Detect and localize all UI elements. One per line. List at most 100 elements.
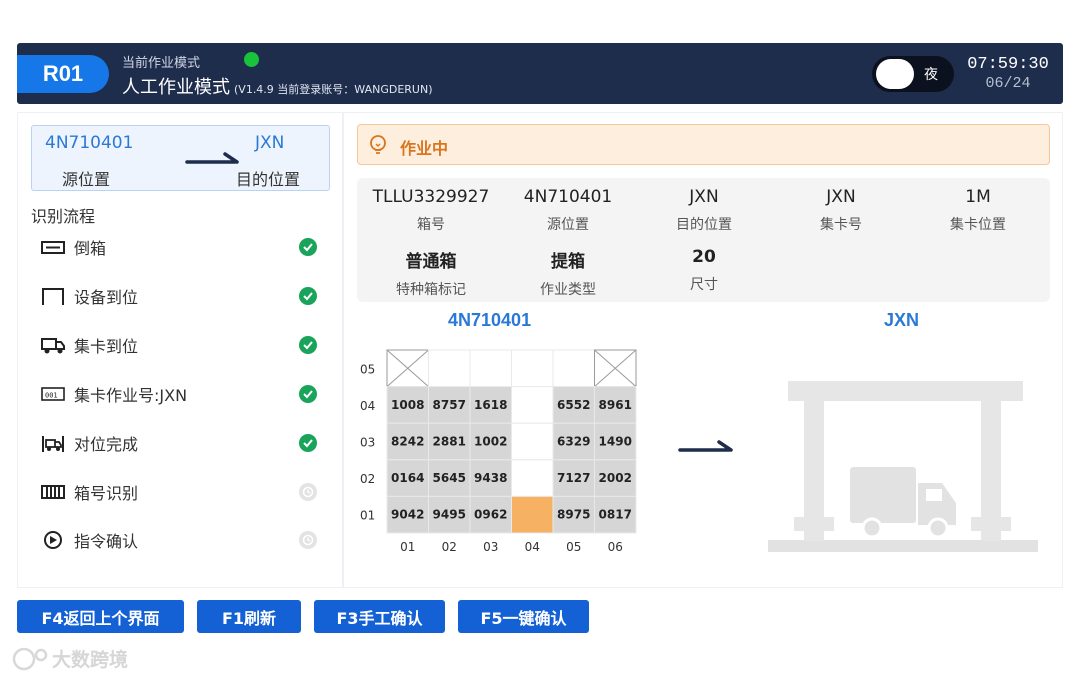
back-button[interactable]: F4返回上个界面 — [17, 600, 184, 633]
clock: 07:59:30 06/24 — [966, 55, 1050, 92]
one-click-confirm-button[interactable]: F5一键确认 — [458, 600, 589, 633]
night-toggle-label: 夜 — [924, 67, 938, 83]
yard-dest-title: JXN — [884, 310, 920, 330]
container-number: 2881 — [433, 435, 466, 449]
barcode-icon — [41, 485, 65, 499]
mode-title-text: 人工作业模式 — [122, 77, 230, 98]
info-destination: JXN 目的位置 — [634, 187, 774, 234]
check-icon — [299, 336, 317, 354]
truck-icon — [41, 338, 65, 354]
device-badge: R01 — [17, 55, 109, 93]
status-alert: 作业中 — [357, 124, 1050, 165]
info-value: 1M — [965, 187, 991, 207]
tier-label: 03 — [360, 436, 375, 450]
play-circle-icon — [44, 531, 62, 549]
flow-step-truck-job-no: 001 集卡作业号:JXN — [40, 381, 330, 407]
watermark-logo: 大数跨境 — [12, 647, 128, 671]
row-label: 04 — [525, 540, 540, 554]
container-icon — [41, 241, 65, 254]
row-label: 02 — [442, 540, 457, 554]
svg-text:001: 001 — [45, 392, 58, 400]
bay-cell — [552, 349, 595, 388]
container-number: 5645 — [433, 471, 466, 485]
mode-caption: 当前作业模式 — [122, 56, 201, 71]
status-indicator-dot — [244, 52, 259, 67]
manual-confirm-button[interactable]: F3手工确认 — [314, 600, 445, 633]
info-value: JXN — [826, 187, 856, 207]
info-label: 箱号 — [417, 217, 445, 233]
flow-title: 识别流程 — [31, 207, 96, 226]
crane-frame-icon — [42, 288, 64, 305]
info-label: 集卡号 — [820, 217, 862, 233]
info-value: JXN — [689, 187, 719, 207]
container-number: 1008 — [391, 398, 424, 412]
container-number: 1002 — [474, 435, 507, 449]
flow-step-label: 倒箱 — [74, 239, 107, 258]
transfer-arrow-icon — [678, 440, 733, 452]
watermark-text: 大数跨境 — [52, 648, 128, 671]
flow-step-label: 指令确认 — [74, 532, 139, 551]
row-label: 01 — [400, 540, 415, 554]
truck-align-icon — [42, 436, 64, 452]
info-label: 作业类型 — [540, 282, 596, 298]
container-number: 8242 — [391, 435, 424, 449]
bay-cell — [469, 349, 512, 388]
info-container-no: TLLU3329927 箱号 — [361, 187, 501, 234]
info-label: 源位置 — [547, 217, 589, 233]
container-number: 0817 — [599, 508, 632, 522]
container-number: 9042 — [391, 508, 424, 522]
flow-step-label: 集卡到位 — [74, 337, 139, 356]
tier-label: 02 — [360, 472, 375, 486]
bay-cell — [511, 349, 554, 388]
flow-step-label: 箱号识别 — [74, 484, 139, 503]
check-icon — [299, 385, 317, 403]
route-dest-label: 目的位置 — [236, 170, 301, 189]
bay-cell — [511, 422, 554, 461]
container-number: 0962 — [474, 508, 507, 522]
info-value: TLLU3329927 — [372, 187, 490, 207]
container-number: 0164 — [391, 471, 424, 485]
container-number: 8961 — [599, 398, 632, 412]
yard-source-title: 4N710401 — [448, 310, 532, 330]
route-source-label: 源位置 — [62, 170, 111, 189]
info-job-type: 提箱 作业类型 — [498, 247, 638, 299]
info-size: 20 尺寸 — [634, 247, 774, 294]
info-label: 特种箱标记 — [396, 282, 466, 298]
target-slot-cell — [511, 495, 554, 534]
container-number: 9438 — [474, 471, 507, 485]
pending-icon — [299, 483, 317, 501]
flow-step-label: 设备到位 — [74, 288, 139, 307]
check-icon — [299, 434, 317, 452]
container-number: 1618 — [474, 398, 507, 412]
check-icon — [299, 238, 317, 256]
tier-label: 01 — [360, 509, 375, 523]
info-value: 4N710401 — [523, 187, 613, 207]
refresh-button[interactable]: F1刷新 — [197, 600, 301, 633]
flow-step-label: 对位完成 — [74, 435, 139, 454]
pending-icon — [299, 531, 317, 549]
container-number: 6552 — [557, 398, 590, 412]
info-label: 尺寸 — [690, 277, 718, 293]
container-number: 8757 — [433, 398, 466, 412]
version-info: (V1.4.9 当前登录账号：WANGDERUN) — [234, 83, 433, 96]
yard-bay-grid: 05 04 1008 8757 1618 6552 8961 03 8242 2881 1002 63… — [360, 349, 637, 554]
row-label: 06 — [608, 540, 623, 554]
container-number: 9495 — [433, 508, 466, 522]
info-source: 4N710401 源位置 — [498, 187, 638, 234]
route-source-code: 4N710401 — [45, 133, 134, 153]
row-label: 03 — [483, 540, 498, 554]
flow-step-daoxiang: 倒箱 — [40, 234, 330, 260]
row-label: 05 — [566, 540, 581, 554]
mode-title: 人工作业模式 (V1.4.9 当前登录账号：WANGDERUN) — [122, 73, 433, 99]
route-arrow-icon — [185, 152, 239, 164]
bay-cell — [511, 386, 554, 424]
id-tag-icon: 001 — [41, 387, 65, 401]
tier-label: 04 — [360, 399, 375, 413]
clock-date: 06/24 — [985, 75, 1031, 92]
night-mode-toggle[interactable]: 夜 — [872, 56, 954, 92]
container-number: 6329 — [557, 435, 590, 449]
flow-step-truck-arrived: 集卡到位 — [40, 332, 330, 358]
container-number: 1490 — [599, 435, 632, 449]
flow-step-command-confirm: 指令确认 — [40, 527, 330, 553]
clock-time: 07:59:30 — [967, 55, 1049, 74]
